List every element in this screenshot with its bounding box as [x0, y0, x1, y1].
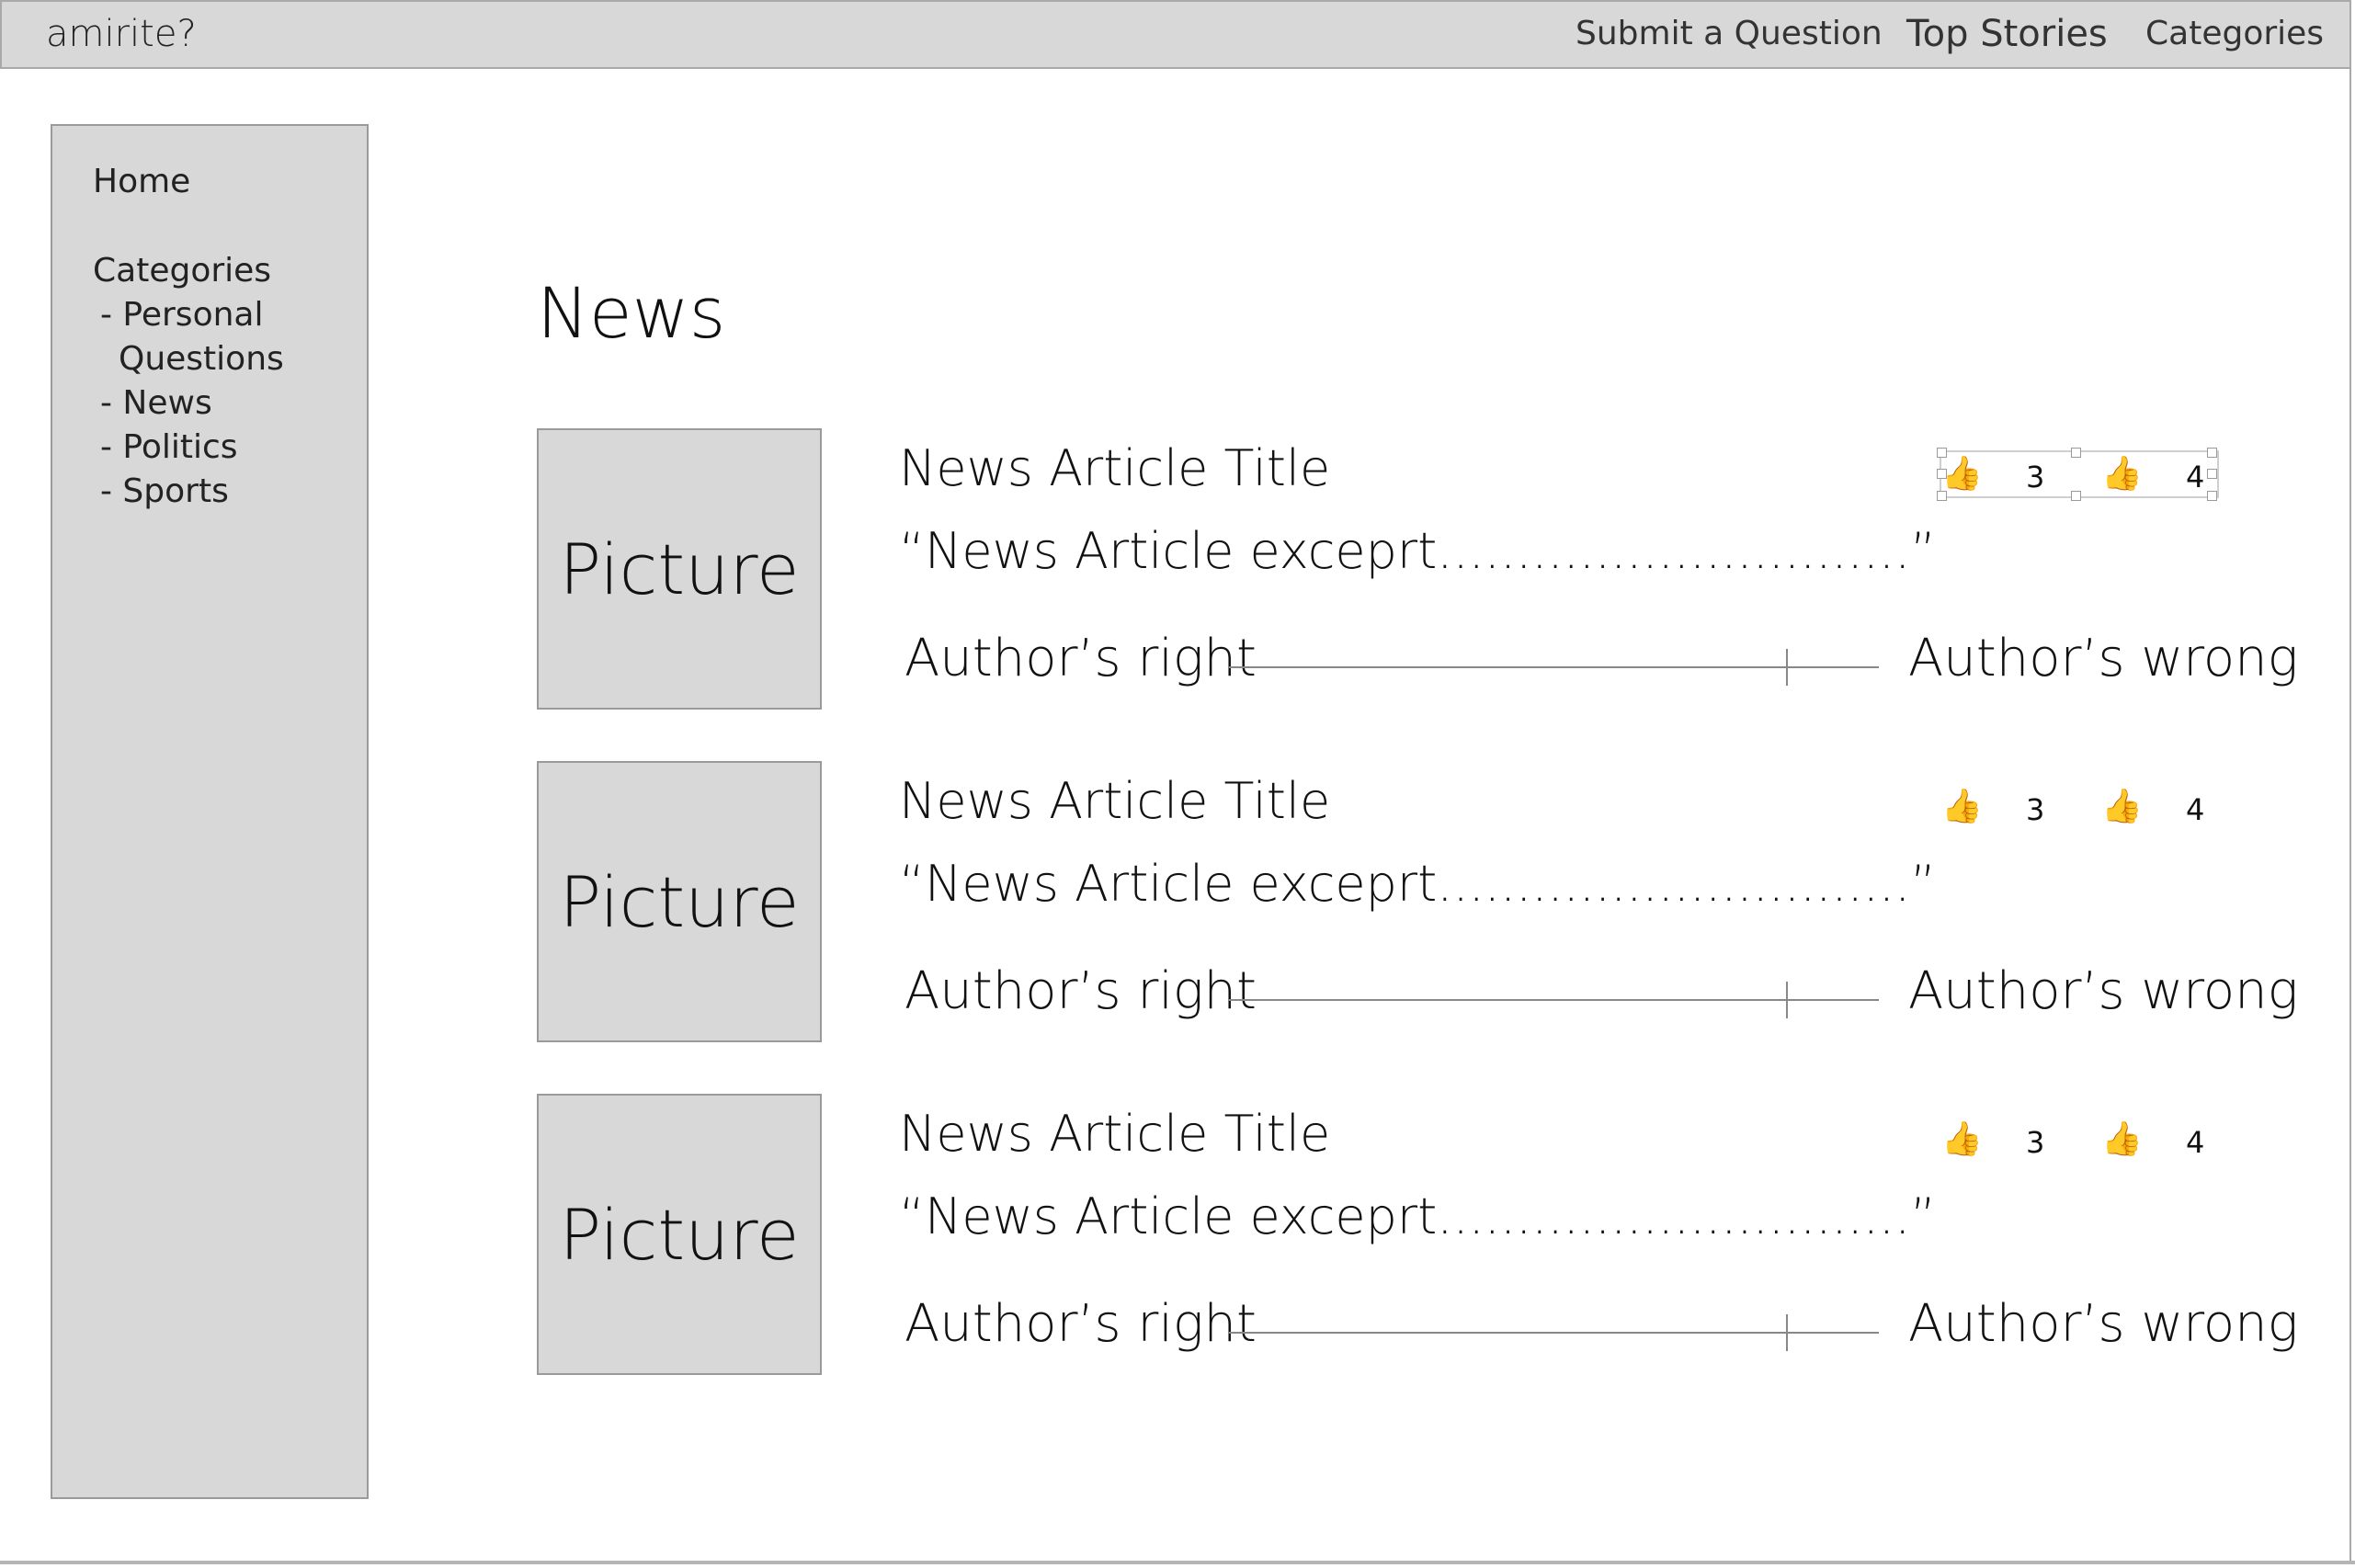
slider-label-wrong: Author’s wrong: [1908, 629, 2299, 688]
thumbs-up-icon[interactable]: 👍: [2101, 454, 2143, 493]
selection-handle[interactable]: [2071, 448, 2081, 458]
slider-label-right: Author’s right: [904, 1294, 1257, 1354]
thumbs-up-icon[interactable]: 👍: [1941, 1119, 1983, 1158]
opinion-slider[interactable]: [1228, 1314, 1879, 1351]
slider-thumb[interactable]: [1786, 1314, 1789, 1351]
picture-label: Picture: [559, 528, 800, 610]
slider-thumb[interactable]: [1786, 649, 1789, 686]
sidebar-item-home[interactable]: Home: [93, 163, 190, 200]
selection-handle[interactable]: [1937, 491, 1947, 501]
slider-label-wrong: Author’s wrong: [1908, 961, 2299, 1021]
sidebar-item-personal-questions-cont[interactable]: Questions: [119, 340, 284, 378]
article-title[interactable]: News Article Title: [899, 772, 1330, 830]
sidebar-item-sports[interactable]: - Sports: [100, 472, 229, 510]
slider-track: [1228, 999, 1879, 1001]
article-card: Picture News Article Title “News Article…: [537, 761, 2298, 1046]
article-title[interactable]: News Article Title: [899, 439, 1330, 497]
picture-label: Picture: [559, 1193, 800, 1276]
vote-count-down: 4: [2186, 460, 2205, 494]
article-card: Picture News Article Title “News Article…: [537, 428, 2298, 713]
thumbs-up-icon[interactable]: 👍: [1941, 787, 1983, 825]
top-navigation-bar: amirite? Submit a Question Top Stories C…: [0, 0, 2351, 69]
vote-count-up: 3: [2026, 1125, 2045, 1160]
vote-count-up: 3: [2026, 792, 2045, 827]
article-picture-placeholder: Picture: [537, 1094, 822, 1375]
selection-handle[interactable]: [1937, 469, 1947, 479]
sidebar: Home Categories - Personal Questions - N…: [51, 124, 369, 1499]
opinion-slider[interactable]: [1228, 649, 1879, 686]
selection-handle[interactable]: [1937, 448, 1947, 458]
sidebar-item-personal-questions[interactable]: - Personal: [100, 296, 263, 334]
sidebar-categories-heading: Categories: [93, 252, 272, 290]
selection-handle[interactable]: [2207, 448, 2217, 458]
nav-submit-question[interactable]: Submit a Question: [1576, 15, 1883, 52]
slider-label-right: Author’s right: [904, 961, 1257, 1021]
article-excerpt: “News Article exceprt...................…: [899, 522, 1937, 580]
sidebar-item-news[interactable]: - News: [100, 384, 212, 422]
article-excerpt: “News Article exceprt...................…: [899, 855, 1937, 913]
selection-handle[interactable]: [2207, 469, 2217, 479]
article-excerpt: “News Article exceprt...................…: [899, 1187, 1937, 1245]
selection-handle[interactable]: [2207, 491, 2217, 501]
article-picture-placeholder: Picture: [537, 428, 822, 710]
slider-label-right: Author’s right: [904, 629, 1257, 688]
nav-categories[interactable]: Categories: [2145, 15, 2324, 52]
brand-logo[interactable]: amirite?: [46, 13, 197, 55]
picture-label: Picture: [559, 860, 800, 943]
article-title[interactable]: News Article Title: [899, 1105, 1330, 1163]
vote-count-down: 4: [2186, 792, 2205, 827]
vote-count-up: 3: [2026, 460, 2045, 494]
nav-top-stories[interactable]: Top Stories: [1906, 13, 2108, 55]
slider-track: [1228, 1332, 1879, 1334]
page-border-right: [2349, 69, 2351, 1562]
vote-group: 👍 3 👍 4: [1941, 1118, 2217, 1162]
vote-group: 👍 3 👍 4: [1937, 448, 2219, 501]
vote-count-down: 4: [2186, 1125, 2205, 1160]
thumbs-up-icon[interactable]: 👍: [2101, 1119, 2143, 1158]
thumbs-up-icon[interactable]: 👍: [2101, 787, 2143, 825]
slider-label-wrong: Author’s wrong: [1908, 1294, 2299, 1354]
slider-thumb[interactable]: [1786, 982, 1789, 1018]
opinion-slider[interactable]: [1228, 982, 1879, 1018]
sidebar-item-politics[interactable]: - Politics: [100, 428, 238, 466]
thumbs-up-icon[interactable]: 👍: [1941, 454, 1983, 493]
article-picture-placeholder: Picture: [537, 761, 822, 1042]
slider-track: [1228, 666, 1879, 668]
page-title: News: [537, 272, 726, 354]
page-border-bottom: [0, 1561, 2355, 1564]
vote-group: 👍 3 👍 4: [1941, 785, 2217, 829]
selection-handle[interactable]: [2071, 491, 2081, 501]
article-card: Picture News Article Title “News Article…: [537, 1094, 2298, 1379]
